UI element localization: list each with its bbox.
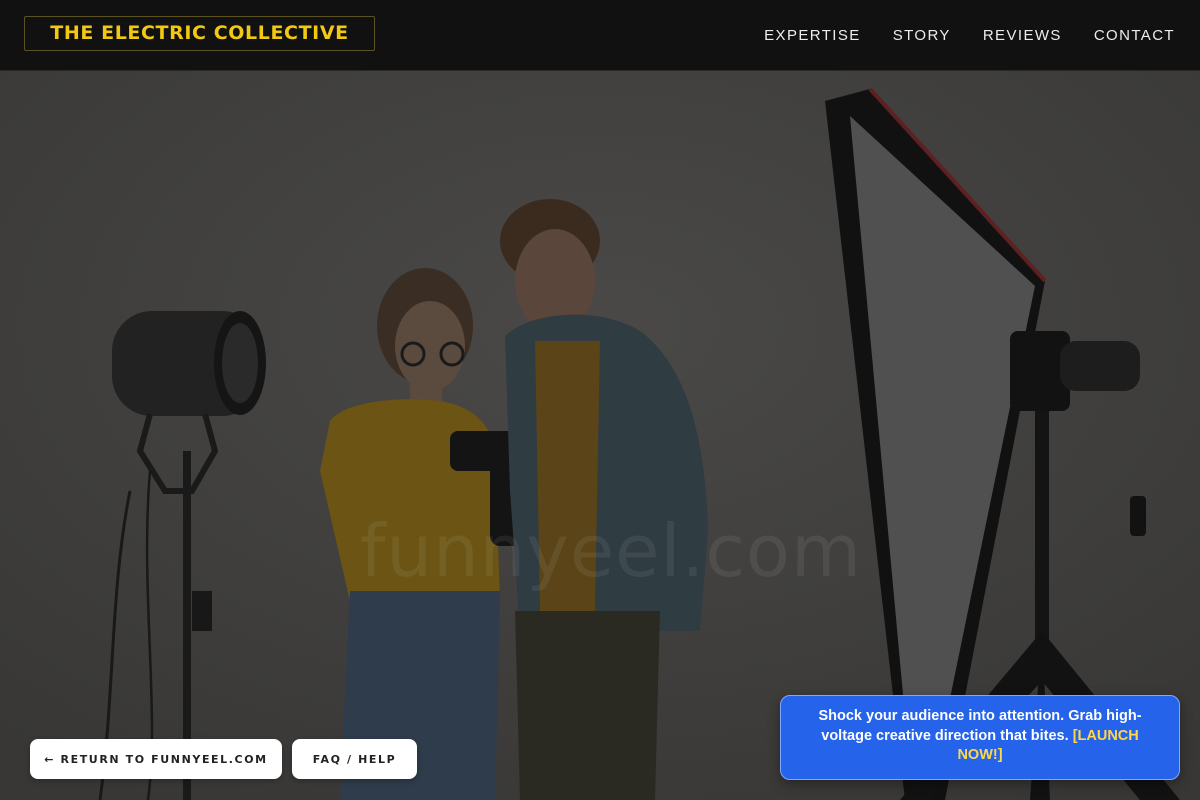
nav-link-reviews[interactable]: REVIEWS [983, 27, 1062, 44]
nav-link-story[interactable]: STORY [893, 27, 951, 44]
top-navigation-bar: THE ELECTRIC COLLECTIVE EXPERTISE STORY … [0, 0, 1200, 71]
brand-logo[interactable]: THE ELECTRIC COLLECTIVE [24, 16, 375, 51]
watermark-text: funnyeel.com [360, 509, 863, 593]
main-nav: EXPERTISE STORY REVIEWS CONTACT [764, 0, 1175, 70]
nav-link-expertise[interactable]: EXPERTISE [764, 27, 861, 44]
faq-help-button[interactable]: FAQ / HELP [292, 739, 417, 779]
return-to-site-button[interactable]: ← RETURN TO FUNNYEEL.COM [30, 739, 282, 779]
nav-link-contact[interactable]: CONTACT [1094, 27, 1175, 44]
hero-photo: funnyeel.com [0, 71, 1200, 800]
hero-photo-illustration [0, 71, 1200, 800]
promo-banner: Shock your audience into attention. Grab… [780, 695, 1180, 780]
